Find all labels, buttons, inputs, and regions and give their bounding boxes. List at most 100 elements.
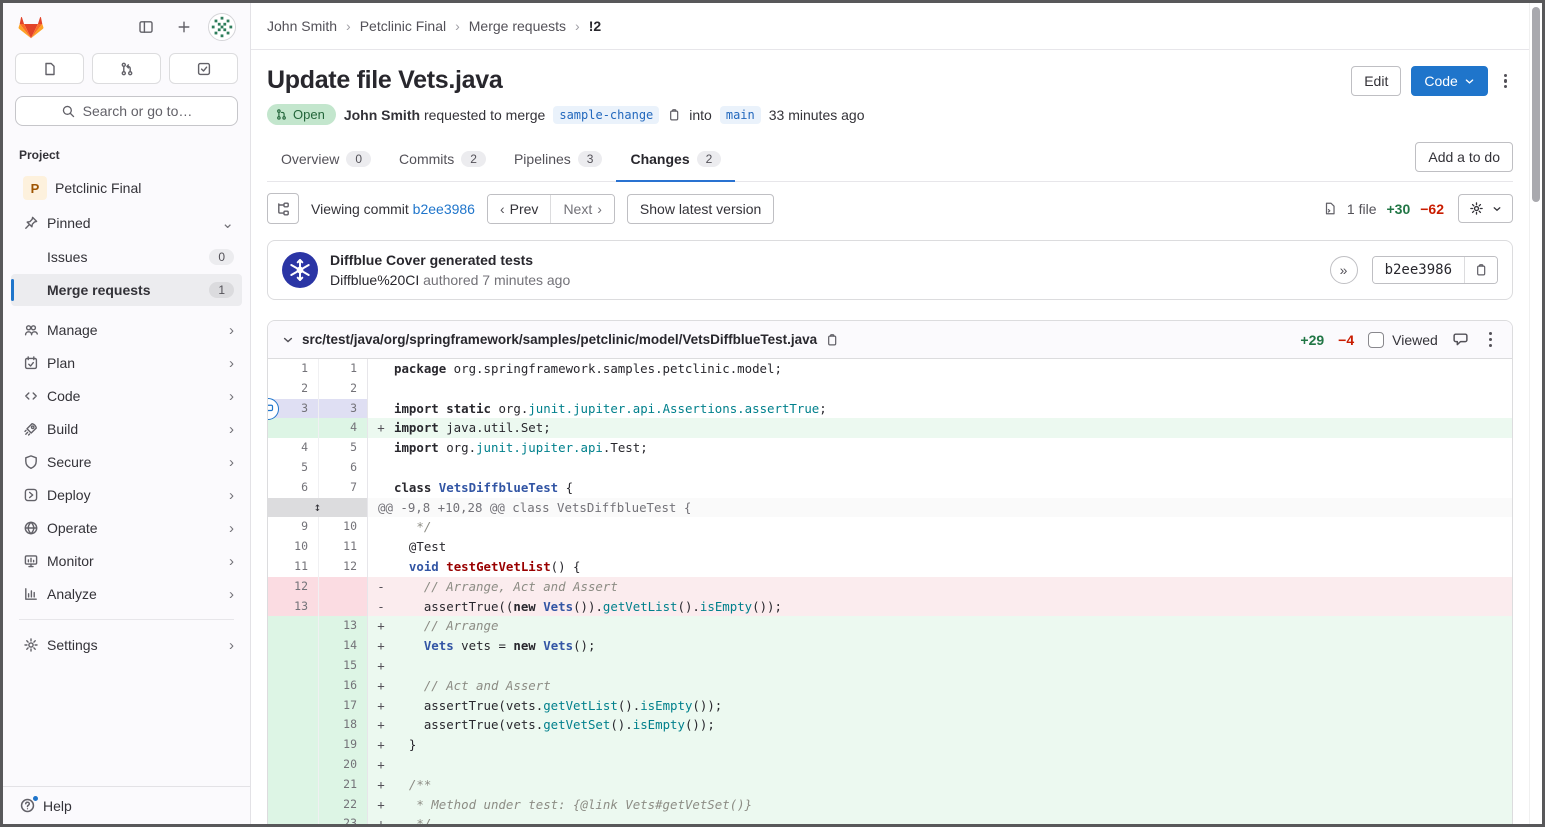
edit-button[interactable]: Edit <box>1351 66 1401 96</box>
new-line-number[interactable]: 21 <box>318 775 368 795</box>
add-todo-button[interactable]: Add a to do <box>1415 142 1513 172</box>
commit-short-sha[interactable]: b2ee3986 <box>1373 257 1464 283</box>
new-line-number[interactable]: 12 <box>318 557 368 577</box>
old-line-number[interactable] <box>268 418 318 438</box>
new-line-number[interactable]: 20 <box>318 755 368 775</box>
file-tree-toggle-button[interactable] <box>267 193 299 224</box>
new-line-number[interactable]: 2 <box>318 379 368 399</box>
issues-shortcut-button[interactable] <box>15 53 84 84</box>
old-line-number[interactable]: 13 <box>268 597 318 617</box>
old-line-number[interactable]: 6 <box>268 478 318 498</box>
next-commit-button[interactable]: Next› <box>551 195 613 223</box>
old-line-number[interactable] <box>268 636 318 656</box>
tab-commits[interactable]: Commits2 <box>385 139 500 182</box>
new-line-number[interactable]: 1 <box>318 359 368 379</box>
gitlab-logo-icon[interactable] <box>17 14 45 40</box>
copy-file-path-icon[interactable] <box>825 333 839 347</box>
old-line-number[interactable] <box>268 616 318 636</box>
sidebar-item-project[interactable]: P Petclinic Final <box>11 171 242 205</box>
old-line-number[interactable] <box>268 676 318 696</box>
commit-author-name[interactable]: Diffblue%20CI <box>330 272 419 288</box>
file-path[interactable]: src/test/java/org/springframework/sample… <box>302 332 817 347</box>
collapse-file-chevron-icon[interactable] <box>282 334 294 346</box>
sidebar-item-merge-requests[interactable]: Merge requests1 <box>11 274 242 306</box>
expand-commit-details-button[interactable]: » <box>1330 256 1358 284</box>
old-line-number[interactable]: 12 <box>268 577 318 597</box>
merge-requests-shortcut-button[interactable] <box>92 53 161 84</box>
sidebar-item-settings[interactable]: Settings› <box>11 629 242 661</box>
new-line-number[interactable]: 14 <box>318 636 368 656</box>
tab-overview[interactable]: Overview0 <box>267 139 385 182</box>
new-line-number[interactable]: 22 <box>318 795 368 815</box>
new-line-number[interactable]: 3 <box>318 399 368 419</box>
old-line-number[interactable]: 1 <box>268 359 318 379</box>
more-actions-kebab-icon[interactable] <box>1498 72 1513 91</box>
target-branch-label[interactable]: main <box>720 106 761 124</box>
diff-settings-button[interactable] <box>1458 194 1513 223</box>
comment-icon[interactable] <box>1452 331 1469 348</box>
old-line-number[interactable]: 11 <box>268 557 318 577</box>
breadcrumb-item-user[interactable]: John Smith <box>267 18 337 34</box>
breadcrumb-item-project[interactable]: Petclinic Final <box>360 18 446 34</box>
file-options-kebab-icon[interactable] <box>1483 330 1498 349</box>
new-line-number[interactable]: 17 <box>318 696 368 716</box>
sidebar-item-monitor[interactable]: Monitor› <box>11 545 242 577</box>
new-line-number[interactable]: 7 <box>318 478 368 498</box>
old-line-number[interactable] <box>268 795 318 815</box>
sidebar-item-pinned[interactable]: Pinned ⌄ <box>11 207 242 239</box>
new-line-number[interactable]: 6 <box>318 458 368 478</box>
new-line-number[interactable]: 11 <box>318 537 368 557</box>
sidebar-item-operate[interactable]: Operate› <box>11 512 242 544</box>
new-line-number[interactable]: 18 <box>318 715 368 735</box>
help-label[interactable]: Help <box>43 798 72 814</box>
sidebar-item-deploy[interactable]: Deploy› <box>11 479 242 511</box>
old-line-number[interactable] <box>268 656 318 676</box>
code-dropdown-button[interactable]: Code <box>1411 66 1487 96</box>
old-line-number[interactable] <box>268 814 318 824</box>
new-line-number[interactable] <box>318 597 368 617</box>
old-line-number[interactable] <box>268 715 318 735</box>
show-latest-version-button[interactable]: Show latest version <box>627 194 774 224</box>
new-line-number[interactable]: 4 <box>318 418 368 438</box>
old-line-number[interactable] <box>268 755 318 775</box>
old-line-number[interactable] <box>268 696 318 716</box>
old-line-number[interactable]: 5 <box>268 458 318 478</box>
new-line-number[interactable] <box>318 577 368 597</box>
scrollbar[interactable] <box>1529 3 1542 824</box>
source-branch-label[interactable]: sample-change <box>553 106 659 124</box>
old-line-number[interactable]: 2 <box>268 379 318 399</box>
new-line-number[interactable]: 15 <box>318 656 368 676</box>
mr-author[interactable]: John Smith <box>344 107 420 123</box>
old-line-number[interactable]: 10 <box>268 537 318 557</box>
old-line-number[interactable]: 9 <box>268 517 318 537</box>
collapse-sidebar-icon[interactable] <box>132 13 160 41</box>
old-line-number[interactable]: 4 <box>268 438 318 458</box>
viewed-checkbox[interactable] <box>1368 332 1384 348</box>
copy-sha-icon[interactable] <box>1464 257 1497 283</box>
viewing-commit-sha-link[interactable]: b2ee3986 <box>413 201 475 217</box>
new-line-number[interactable]: 10 <box>318 517 368 537</box>
new-line-number[interactable]: 13 <box>318 616 368 636</box>
sidebar-item-secure[interactable]: Secure› <box>11 446 242 478</box>
old-line-number[interactable] <box>268 775 318 795</box>
sidebar-item-manage[interactable]: Manage› <box>11 314 242 346</box>
sidebar-item-issues[interactable]: Issues0 <box>11 241 242 273</box>
new-line-number[interactable]: 19 <box>318 735 368 755</box>
old-line-number[interactable] <box>268 735 318 755</box>
user-avatar[interactable] <box>208 13 236 41</box>
copy-branch-icon[interactable] <box>667 108 681 122</box>
expand-lines-button[interactable]: ↕ <box>268 498 368 518</box>
create-new-icon[interactable] <box>170 13 198 41</box>
breadcrumb-item-merge-requests[interactable]: Merge requests <box>469 18 566 34</box>
new-line-number[interactable]: 5 <box>318 438 368 458</box>
new-line-number[interactable]: 16 <box>318 676 368 696</box>
search-input[interactable]: Search or go to… <box>15 96 238 126</box>
sidebar-item-build[interactable]: Build› <box>11 413 242 445</box>
prev-commit-button[interactable]: ‹Prev <box>488 195 551 223</box>
scrollbar-thumb[interactable] <box>1532 7 1540 202</box>
tab-pipelines[interactable]: Pipelines3 <box>500 139 617 182</box>
sidebar-item-plan[interactable]: Plan› <box>11 347 242 379</box>
sidebar-item-analyze[interactable]: Analyze› <box>11 578 242 610</box>
new-line-number[interactable]: 23 <box>318 814 368 824</box>
todo-shortcut-button[interactable] <box>169 53 238 84</box>
